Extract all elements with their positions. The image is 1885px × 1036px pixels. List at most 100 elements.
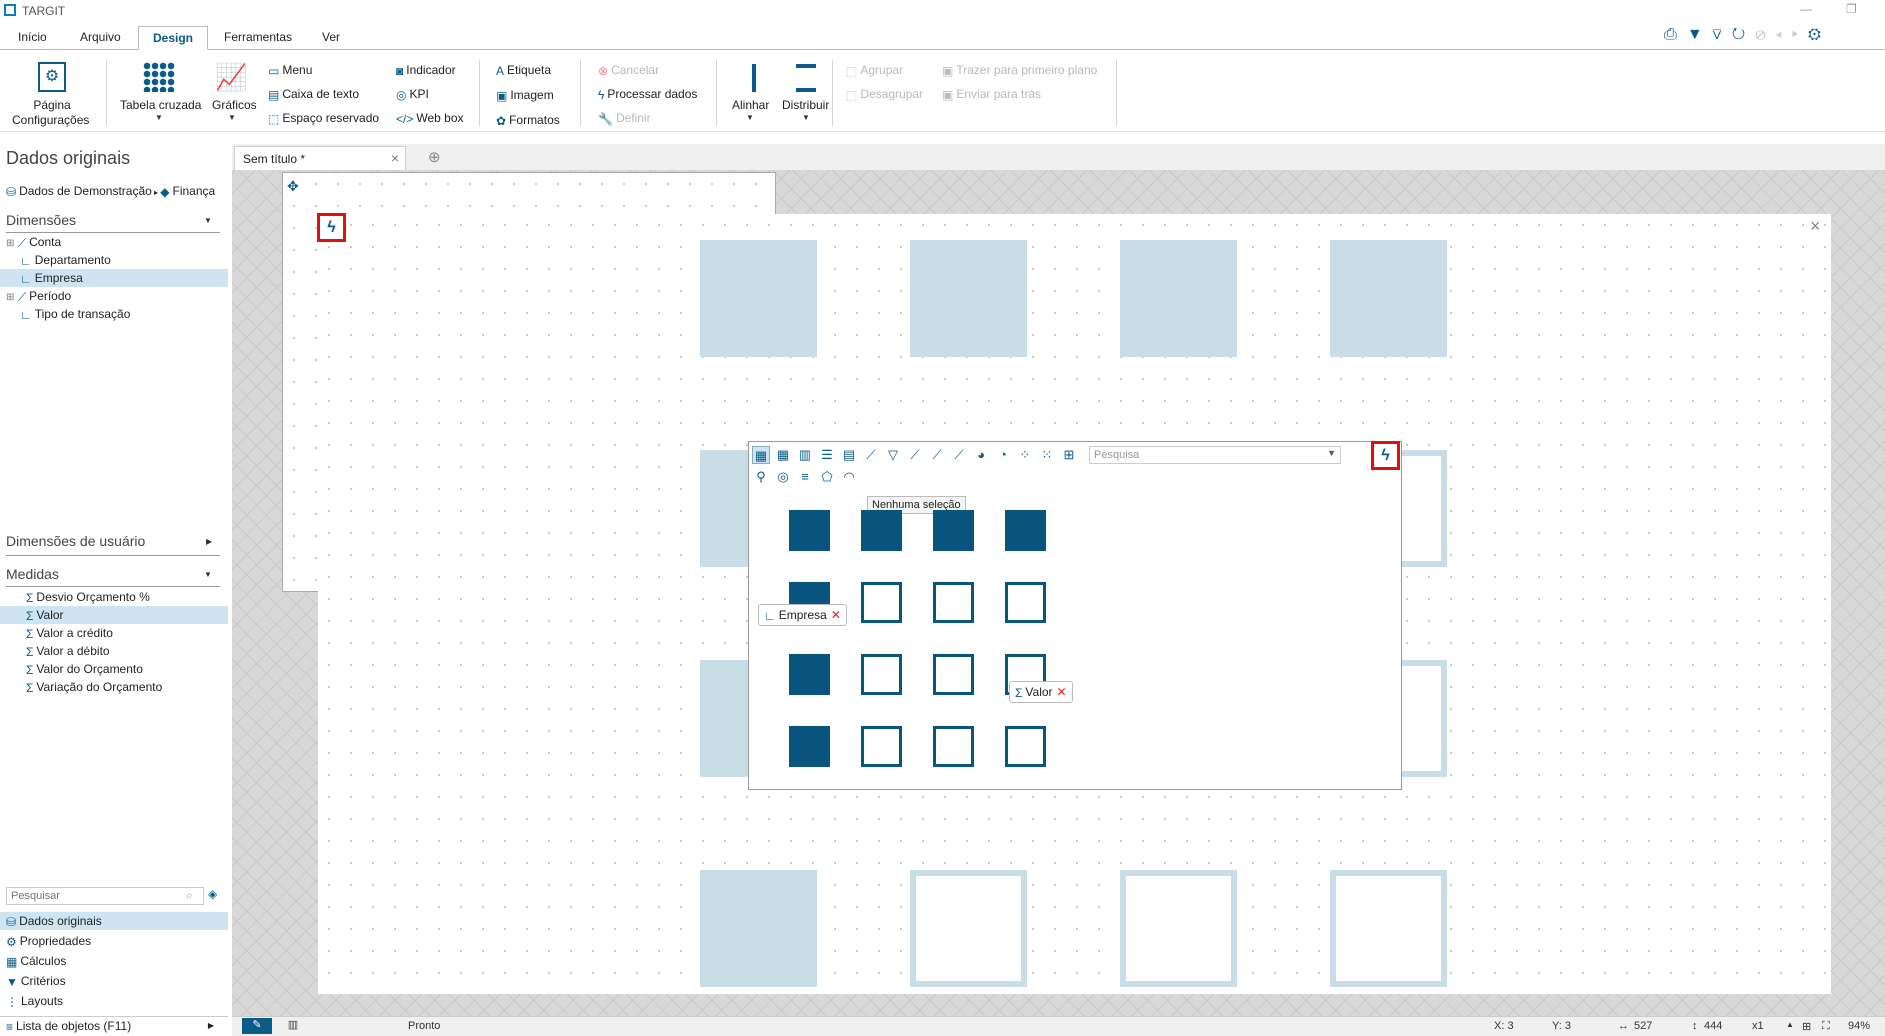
close-icon[interactable]: × [391,150,399,166]
formats-button[interactable]: ✿ Formatos [496,113,560,128]
zoom-up-icon[interactable]: ▲ [1786,1020,1794,1029]
distribute-dropdown-icon[interactable]: ▼ [802,113,810,122]
group-button[interactable]: ⬚ Agrupar [846,63,903,78]
lightning-icon[interactable]: ϟ [317,213,346,242]
chevron-down-icon[interactable]: ▼ [1327,448,1336,458]
print-icon[interactable]: ⎙ [1664,26,1687,43]
tree-item-periodo[interactable]: ⊞ ⟋ Período [6,287,228,305]
area-chart-icon[interactable]: ⟋ [928,446,946,464]
fit-icon[interactable]: ⊞ [1802,1020,1811,1033]
refresh-icon[interactable]: ↻ [1732,26,1756,43]
object-list-button[interactable]: ≡ Lista de objetos (F11) ▶ [0,1016,228,1034]
map-icon[interactable]: ⊞ [1060,446,1078,464]
tab-arquivo[interactable]: Arquivo [66,26,135,50]
combo-chart-icon[interactable]: ⟋ [862,446,880,464]
radar-icon[interactable]: ⬠ [818,468,836,486]
tab-inicio[interactable]: Início [4,26,61,50]
bring-front-button[interactable]: ▣ Trazer para primeiro plano [942,63,1097,78]
back-icon[interactable]: ◂ [1776,26,1792,43]
list-icon[interactable]: ≡ [796,468,814,486]
nav-criterios[interactable]: ▼ Critérios [6,972,66,990]
filter-icon[interactable]: ▼ [1687,26,1713,43]
restore-icon[interactable]: ❐ [1846,2,1857,16]
kpi-button[interactable]: ◎ KPI [396,87,429,102]
pie-chart-icon[interactable]: ◕ [972,446,990,464]
nav-calculos[interactable]: ▦ Cálculos [6,952,66,970]
page-settings-label-2[interactable]: Configurações [12,113,89,127]
tab-sem-titulo[interactable]: Sem título * × [234,146,406,170]
tab-design[interactable]: Design [138,26,209,50]
align-dropdown-icon[interactable]: ▼ [746,113,754,122]
funnel-icon[interactable]: ▽ [884,446,902,464]
tree-item-departamento[interactable]: ∟ Departamento [6,251,228,269]
dimensions-collapse-icon[interactable]: ▼ [204,216,212,225]
tab-ver[interactable]: Ver [308,26,354,50]
measures-collapse-icon[interactable]: ▼ [204,570,212,579]
gauge-icon[interactable]: ◠ [840,468,858,486]
measure-item[interactable]: Σ Valor do Orçamento [26,660,143,678]
dimensions-header[interactable]: Dimensões [6,212,76,228]
placeholder-button[interactable]: ⬚ Espaço reservado [268,111,379,126]
donut-chart-icon[interactable]: ◔ [994,446,1012,464]
remove-icon[interactable]: ✕ [831,608,841,622]
webbox-button[interactable]: </> Web box [396,111,464,126]
target-icon[interactable]: ◎ [774,468,792,486]
textbox-button[interactable]: ▤ Caixa de texto [268,87,359,102]
align-button[interactable]: Alinhar [732,98,769,112]
crosstab-button[interactable]: Tabela cruzada [120,98,201,112]
breadcrumb-db[interactable]: Dados de Demonstração [19,184,152,198]
ungroup-button[interactable]: ⬚ Desagrupar [846,87,923,102]
nav-propriedades[interactable]: ⚙ Propriedades [6,932,91,950]
measure-chip[interactable]: Σ Valor ✕ [1009,681,1073,703]
image-button[interactable]: ▣ Imagem [496,88,554,103]
remove-icon[interactable]: ✕ [1057,685,1067,699]
search-input[interactable] [6,887,204,905]
measure-item-selected[interactable]: Σ Valor [0,606,228,624]
stacked-bar-icon[interactable]: ▤ [840,446,858,464]
geo-pin-icon[interactable]: ⚲ [752,468,770,486]
tree-item-conta[interactable]: ⊞ ⟋ Conta [6,233,228,251]
lightning-icon[interactable]: ϟ [1371,441,1400,470]
chart-mode-icon[interactable]: ▥ [278,1018,308,1034]
search-dropdown[interactable]: Pesquisa ▼ [1089,446,1341,464]
send-back-button[interactable]: ▣ Enviar para trás [942,87,1041,102]
fullscreen-icon[interactable]: ⛶ [1822,1020,1830,1033]
nav-dados-originais[interactable]: ⛁ Dados originais [0,912,228,930]
distribute-button[interactable]: Distribuir [782,98,829,112]
measures-header[interactable]: Medidas [6,566,59,582]
scatter-icon[interactable]: ⁘ [1016,446,1034,464]
indicator-button[interactable]: ◙ Indicador [396,63,456,78]
cube-search-icon[interactable]: ◈ [208,887,217,901]
define-button[interactable]: 🔧 Definir [598,111,651,126]
hide-icon[interactable]: ⊘ [1755,26,1775,43]
filter-clear-icon[interactable]: ⊽ [1713,26,1732,43]
page-settings-label-1[interactable]: Página [32,98,72,112]
tab-ferramentas[interactable]: Ferramentas [210,26,306,50]
add-tab-icon[interactable]: ⊕ [428,148,441,166]
breadcrumb-cube[interactable]: Finança [173,184,216,198]
minimize-icon[interactable]: — [1800,2,1812,16]
close-icon[interactable]: × [1810,216,1821,237]
measure-item[interactable]: Σ Variação do Orçamento [26,678,162,696]
user-dimensions-header[interactable]: Dimensões de usuário [6,533,145,549]
horizontal-bar-icon[interactable]: ☰ [818,446,836,464]
forward-icon[interactable]: ▸ [1792,26,1808,43]
crosstab-icon[interactable]: ▦ [752,446,770,464]
user-dimensions-expand-icon[interactable]: ▶ [206,537,212,546]
bubble-icon[interactable]: ⁙ [1038,446,1056,464]
table-icon[interactable]: ▦ [774,446,792,464]
bar-chart-icon[interactable]: ▥ [796,446,814,464]
cancel-button[interactable]: ⊗ Cancelar [598,63,659,78]
measure-item[interactable]: Σ Valor a crédito [26,624,113,642]
search-icon[interactable]: ⌕ [186,888,193,903]
measure-item[interactable]: Σ Valor a débito [26,642,110,660]
tree-item-empresa[interactable]: ∟ Empresa [0,269,228,287]
dimension-chip[interactable]: ∟ Empresa ✕ [758,604,847,626]
move-handle-icon[interactable]: ✥ [287,178,299,195]
charts-button[interactable]: Gráficos [212,98,257,112]
crosstab-dropdown-icon[interactable]: ▼ [155,113,163,122]
tree-item-tipo-transacao[interactable]: ∟ Tipo de transação [6,305,228,323]
nav-layouts[interactable]: ⋮ Layouts [6,992,63,1010]
process-data-button[interactable]: ϟ Processar dados [598,87,697,102]
sparkline-icon[interactable]: ⟋ [950,446,968,464]
